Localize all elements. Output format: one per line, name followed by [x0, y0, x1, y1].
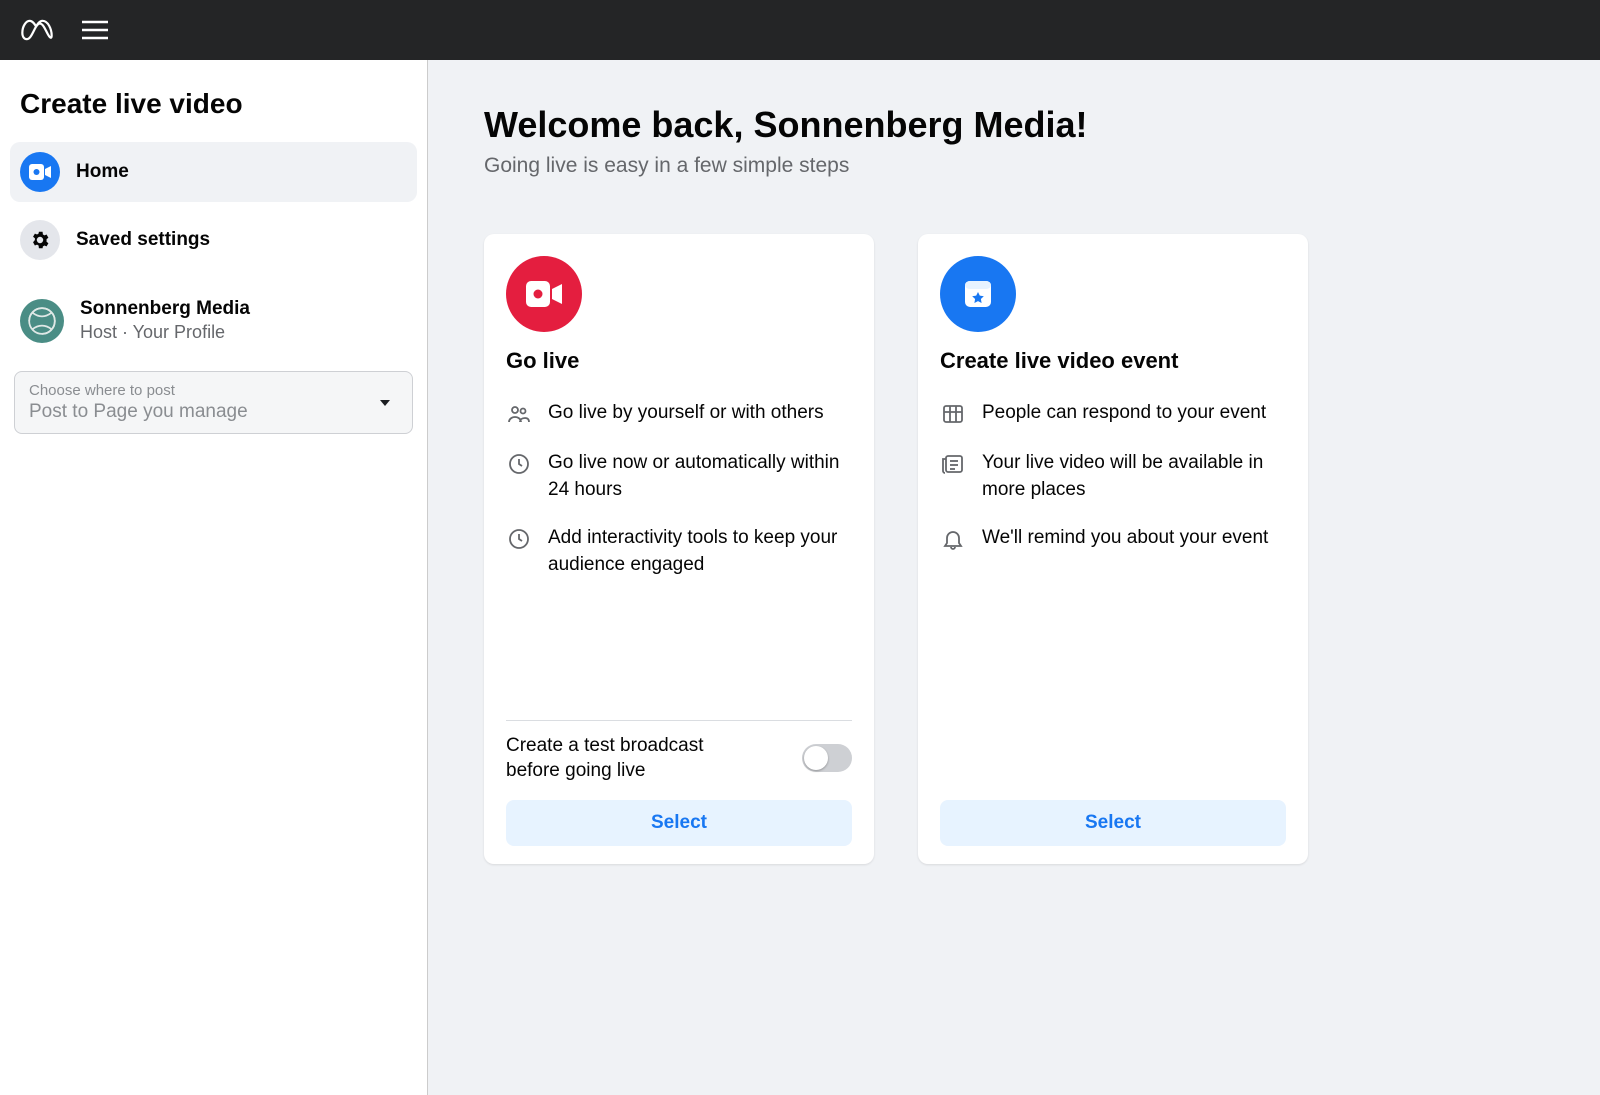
feature-text: Add interactivity tools to keep your aud… — [548, 525, 852, 578]
sidebar-item-saved-settings[interactable]: Saved settings — [10, 210, 417, 270]
bell-icon — [940, 527, 966, 553]
feature-row: People can respond to your event — [940, 400, 1286, 428]
profile-row[interactable]: Sonnenberg Media Host · Your Profile — [10, 288, 417, 353]
test-broadcast-toggle-row: Create a test broadcast before going liv… — [506, 733, 852, 784]
profile-name: Sonnenberg Media — [80, 298, 250, 320]
clock-icon — [506, 527, 532, 553]
sidebar-title: Create live video — [10, 78, 417, 142]
camera-icon — [506, 256, 582, 332]
post-destination-select[interactable]: Choose where to post Post to Page you ma… — [14, 371, 413, 434]
feature-text: People can respond to your event — [982, 400, 1266, 428]
calendar-icon — [940, 256, 1016, 332]
select-value: Post to Page you manage — [29, 401, 398, 423]
toggle-label: Create a test broadcast before going liv… — [506, 733, 746, 784]
feature-text: We'll remind you about your event — [982, 525, 1268, 553]
camera-icon — [20, 152, 60, 192]
sidebar: Create live video Home Saved settings So… — [0, 60, 428, 1095]
feature-row: We'll remind you about your event — [940, 525, 1286, 553]
avatar — [20, 299, 64, 343]
feature-row: Go live by yourself or with others — [506, 400, 852, 428]
switch-knob — [804, 746, 828, 770]
chevron-down-icon — [380, 400, 390, 406]
sidebar-item-home[interactable]: Home — [10, 142, 417, 202]
feature-row: Add interactivity tools to keep your aud… — [506, 525, 852, 578]
news-icon — [940, 452, 966, 478]
people-icon — [506, 402, 532, 428]
card-go-live: Go live Go live by yourself or with othe… — [484, 234, 874, 864]
select-go-live-button[interactable]: Select — [506, 800, 852, 846]
feature-row: Go live now or automatically within 24 h… — [506, 450, 852, 503]
select-create-event-button[interactable]: Select — [940, 800, 1286, 846]
grid-icon — [940, 402, 966, 428]
sidebar-item-label: Saved settings — [76, 229, 210, 251]
select-label: Choose where to post — [29, 382, 398, 399]
feature-row: Your live video will be available in mor… — [940, 450, 1286, 503]
card-title: Create live video event — [940, 348, 1286, 374]
sidebar-item-label: Home — [76, 161, 129, 183]
hamburger-menu-icon[interactable] — [82, 20, 108, 40]
card-create-event: Create live video event People can respo… — [918, 234, 1308, 864]
main-content: Welcome back, Sonnenberg Media! Going li… — [428, 60, 1600, 1095]
welcome-subtitle: Going live is easy in a few simple steps — [484, 154, 1544, 178]
gear-icon — [20, 220, 60, 260]
top-bar — [0, 0, 1600, 60]
divider — [506, 720, 852, 721]
feature-text: Your live video will be available in mor… — [982, 450, 1286, 503]
feature-text: Go live by yourself or with others — [548, 400, 824, 428]
welcome-heading: Welcome back, Sonnenberg Media! — [484, 104, 1544, 146]
test-broadcast-toggle[interactable] — [802, 744, 852, 772]
feature-text: Go live now or automatically within 24 h… — [548, 450, 852, 503]
profile-role: Host · Your Profile — [80, 322, 250, 343]
meta-logo-icon[interactable] — [20, 19, 54, 41]
card-title: Go live — [506, 348, 852, 374]
clock-icon — [506, 452, 532, 478]
